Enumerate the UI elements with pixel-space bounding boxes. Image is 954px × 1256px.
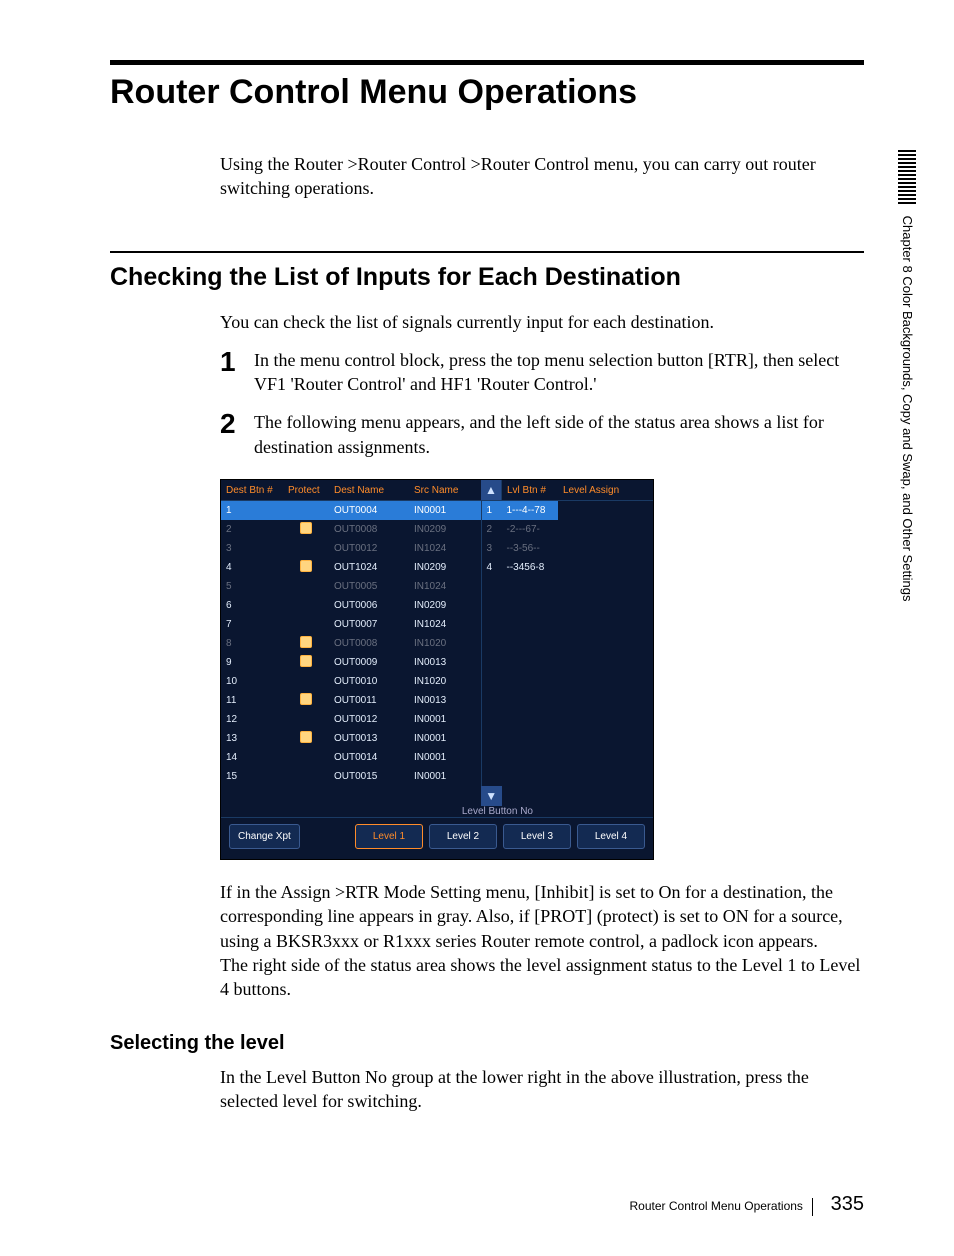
table-row[interactable]: 7OUT0007IN1024 xyxy=(221,615,653,634)
step-number: 1 xyxy=(220,348,254,376)
table-row[interactable]: 6OUT0006IN0209 xyxy=(221,596,653,615)
subheading-selecting-level: Selecting the level xyxy=(110,1032,864,1055)
col-dest-name: Dest Name xyxy=(329,480,409,501)
scroll-up-button[interactable]: ▲ xyxy=(481,480,501,500)
step-1: 1 In the menu control block, press the t… xyxy=(220,348,864,397)
step-number: 2 xyxy=(220,410,254,438)
col-src-name: Src Name xyxy=(409,480,481,501)
table-row[interactable]: 4OUT1024IN02094--3456-8 xyxy=(221,558,653,577)
table-row[interactable]: 12OUT0012IN0001 xyxy=(221,710,653,729)
side-tab: Chapter 8 Color Backgrounds, Copy and Sw… xyxy=(898,150,916,602)
level-1-button[interactable]: Level 1 xyxy=(355,824,423,849)
paragraph-after-screenshot-1: If in the Assign >RTR Mode Setting menu,… xyxy=(220,880,864,953)
table-row[interactable]: 5OUT0005IN1024 xyxy=(221,577,653,596)
level-button-group-label: Level Button No xyxy=(462,806,533,817)
table-row[interactable]: 3OUT0012IN10243--3-56-- xyxy=(221,539,653,558)
step-text: In the menu control block, press the top… xyxy=(254,348,864,397)
table-row[interactable]: 13OUT0013IN0001 xyxy=(221,729,653,748)
step-2: 2 The following menu appears, and the le… xyxy=(220,410,864,459)
change-xpt-button[interactable]: Change Xpt xyxy=(229,824,300,849)
level-2-button[interactable]: Level 2 xyxy=(429,824,497,849)
router-control-screenshot: Dest Btn # Protect Dest Name Src Name ▲ … xyxy=(220,479,654,860)
table-row[interactable]: 1OUT0004IN000111---4--78 xyxy=(221,501,653,521)
col-protect: Protect xyxy=(283,480,329,501)
col-dest-btn: Dest Btn # xyxy=(221,480,283,501)
section1-intro: You can check the list of signals curren… xyxy=(220,310,864,334)
selecting-level-text: In the Level Button No group at the lowe… xyxy=(220,1065,864,1114)
intro-paragraph: Using the Router >Router Control >Router… xyxy=(220,152,864,201)
table-row[interactable]: 11OUT0011IN0013 xyxy=(221,691,653,710)
section-heading-checking: Checking the List of Inputs for Each Des… xyxy=(110,251,864,292)
padlock-icon xyxy=(300,522,312,534)
table-row[interactable]: 15OUT0015IN0001 xyxy=(221,767,653,786)
chapter-label: Chapter 8 Color Backgrounds, Copy and Sw… xyxy=(900,216,915,602)
table-row[interactable]: 9OUT0009IN0013 xyxy=(221,653,653,672)
padlock-icon xyxy=(300,560,312,572)
footer-title: Router Control Menu Operations xyxy=(630,1199,803,1213)
padlock-icon xyxy=(300,636,312,648)
padlock-icon xyxy=(300,693,312,705)
tab-hatch-icon xyxy=(898,150,916,204)
step-text: The following menu appears, and the left… xyxy=(254,410,864,459)
col-level-assign: Level Assign xyxy=(558,480,653,501)
page-footer: Router Control Menu Operations 335 xyxy=(110,1193,864,1216)
col-lvl-btn: Lvl Btn # xyxy=(502,480,559,501)
table-row[interactable]: 14OUT0014IN0001 xyxy=(221,748,653,767)
level-4-button[interactable]: Level 4 xyxy=(577,824,645,849)
scroll-down-button[interactable]: ▼ xyxy=(481,786,502,806)
page-title: Router Control Menu Operations xyxy=(110,60,864,112)
level-3-button[interactable]: Level 3 xyxy=(503,824,571,849)
table-row[interactable]: 8OUT0008IN1020 xyxy=(221,634,653,653)
padlock-icon xyxy=(300,731,312,743)
table-row[interactable]: 2OUT0008IN02092-2---67- xyxy=(221,520,653,539)
padlock-icon xyxy=(300,655,312,667)
paragraph-after-screenshot-2: The right side of the status area shows … xyxy=(220,953,864,1002)
table-row[interactable]: 10OUT0010IN1020 xyxy=(221,672,653,691)
